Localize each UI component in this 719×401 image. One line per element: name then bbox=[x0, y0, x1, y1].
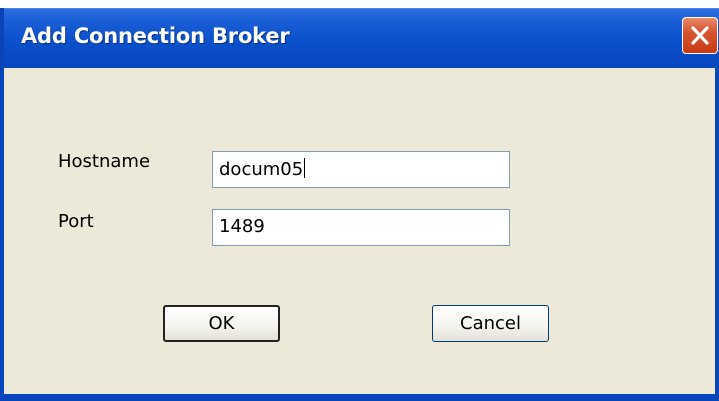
window-frame-bottom bbox=[0, 394, 719, 401]
port-value: 1489 bbox=[219, 216, 265, 237]
close-button[interactable] bbox=[682, 17, 718, 54]
window-frame-right bbox=[715, 68, 719, 401]
cancel-button[interactable]: Cancel bbox=[432, 305, 549, 342]
port-label: Port bbox=[58, 211, 94, 232]
add-connection-broker-dialog: Add Connection Broker Hostname docum05 P… bbox=[0, 0, 719, 401]
text-caret bbox=[304, 158, 306, 178]
port-input[interactable]: 1489 bbox=[212, 209, 510, 246]
dialog-title: Add Connection Broker bbox=[21, 24, 290, 48]
hostname-input[interactable]: docum05 bbox=[212, 151, 510, 188]
title-bar-edge bbox=[0, 8, 4, 68]
hostname-value: docum05 bbox=[219, 159, 304, 180]
close-x-icon bbox=[691, 26, 709, 45]
ok-button[interactable]: OK bbox=[163, 305, 280, 342]
hostname-label: Hostname bbox=[58, 151, 151, 172]
